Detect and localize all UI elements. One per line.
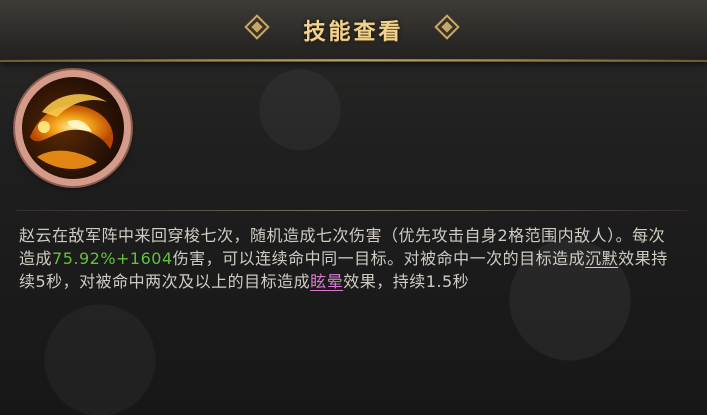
- skill-view-panel: 技能查看 赵云在敌军阵中来回穿梭七次，随机造成七次伤害（优先攻击自身2格范围内敌…: [0, 0, 707, 415]
- skill-icon-frame: [15, 70, 131, 186]
- silence-effect-link[interactable]: 沉默: [585, 249, 618, 268]
- desc-text: 伤害，可以连续命中同一目标。对被命中一次的目标造成: [172, 249, 586, 268]
- section-divider: [15, 210, 687, 211]
- header-divider: [0, 59, 707, 61]
- desc-text: 效果，持续1.5秒: [343, 272, 470, 291]
- damage-value: 75.92%+1604: [52, 249, 173, 268]
- stun-effect-link[interactable]: 眩晕: [310, 272, 343, 291]
- page-title: 技能查看: [303, 20, 404, 45]
- flame-swirl-icon: [22, 77, 124, 179]
- skill-description: 赵云在敌军阵中来回穿梭七次，随机造成七次伤害（优先攻击自身2格范围内敌人）。每次…: [19, 224, 679, 293]
